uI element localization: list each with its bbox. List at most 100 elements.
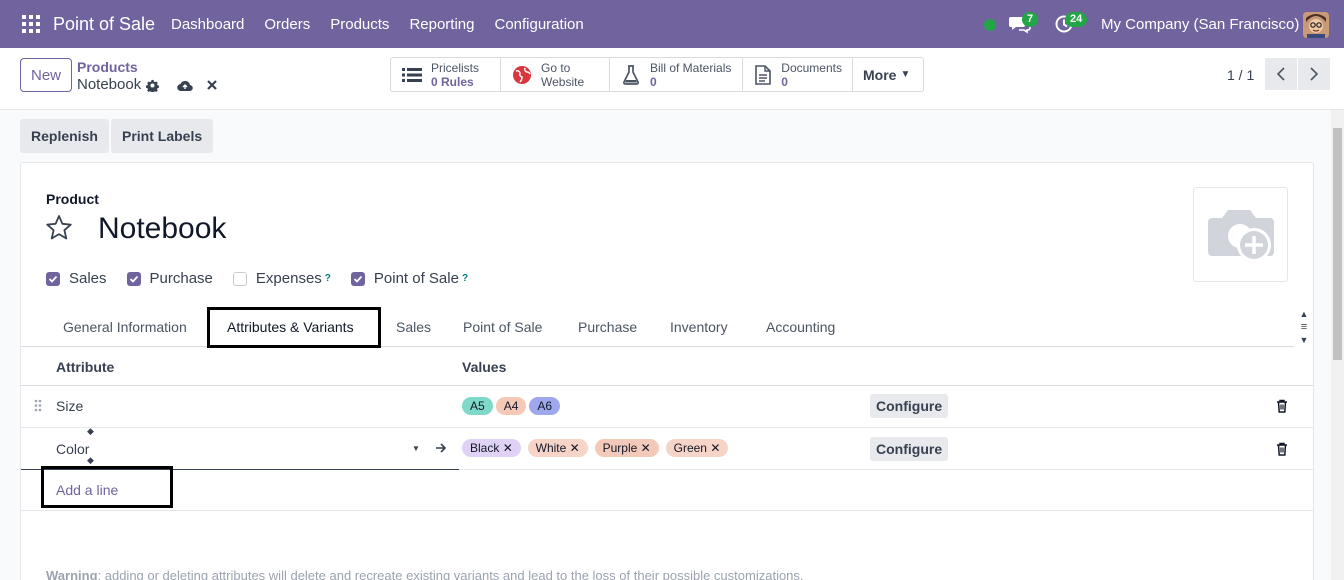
- menu-products[interactable]: Products: [330, 16, 389, 33]
- check-icon: [350, 271, 365, 286]
- apps-menu-icon[interactable]: [22, 15, 40, 33]
- attribute-select-input[interactable]: Color: [56, 441, 89, 457]
- gear-icon[interactable]: [146, 79, 159, 92]
- internal-link-arrow-icon[interactable]: [435, 442, 447, 454]
- help-tooltip-icon[interactable]: ?: [462, 273, 468, 284]
- favorite-star-icon[interactable]: [45, 214, 73, 242]
- add-line-row: [21, 470, 1313, 511]
- pager-previous-button[interactable]: [1265, 58, 1297, 90]
- sales-checkbox[interactable]: Sales: [46, 270, 107, 287]
- menu-reporting[interactable]: Reporting: [409, 16, 474, 33]
- caret-down-icon: ▼: [900, 69, 911, 80]
- resize-handle-icon: ◆: [87, 455, 94, 465]
- variants-warning: Warning: adding or deleting attributes w…: [46, 568, 804, 580]
- drag-handle-icon[interactable]: [34, 399, 42, 412]
- more-dropdown-button[interactable]: More ▼: [853, 58, 923, 91]
- chat-count-badge: 7: [1022, 12, 1039, 27]
- documents-smart-button[interactable]: Documents 0: [743, 58, 853, 91]
- trash-icon[interactable]: [1276, 442, 1288, 456]
- scrollbar-thumb[interactable]: [1333, 128, 1342, 360]
- table-row[interactable]: ◆ Color ◆ ▼ Black ✕ White ✕ Purple ✕ Gre…: [21, 426, 1313, 470]
- document-icon: [753, 64, 773, 86]
- breadcrumb-products[interactable]: Products: [77, 59, 138, 75]
- user-avatar[interactable]: [1303, 12, 1329, 38]
- value-tag: Purple ✕: [594, 439, 659, 457]
- main-menu: Dashboard Orders Products Reporting Conf…: [171, 16, 584, 33]
- menu-lines-icon: ≡: [1300, 321, 1308, 333]
- value-tag: A5: [462, 397, 493, 415]
- values-column-header[interactable]: Values: [462, 359, 506, 375]
- list-icon: [401, 64, 423, 86]
- add-line-highlight: [41, 466, 173, 508]
- attribute-values[interactable]: A5 A4 A6: [462, 397, 563, 415]
- smart-buttons: Pricelists 0 Rules Go to Website Bill of M…: [390, 57, 924, 92]
- menu-configuration[interactable]: Configuration: [494, 16, 583, 33]
- attribute-name: Size: [56, 398, 84, 414]
- pricelists-smart-button[interactable]: Pricelists 0 Rules: [391, 58, 501, 91]
- resize-handle-icon: ◆: [87, 426, 94, 436]
- check-icon: [46, 271, 60, 286]
- chevron-right-icon: [1310, 67, 1319, 81]
- go-to-website-smart-button[interactable]: Go to Website: [501, 58, 610, 91]
- caret-down-icon[interactable]: ▼: [412, 444, 420, 453]
- value-tag: Green ✕: [665, 439, 729, 457]
- purchase-checkbox[interactable]: Purchase: [126, 270, 213, 287]
- globe-icon: [511, 64, 533, 86]
- discard-close-icon[interactable]: [206, 79, 218, 91]
- unchecked-box-icon: [232, 271, 247, 286]
- remove-tag-icon[interactable]: ✕: [641, 441, 651, 455]
- expenses-checkbox[interactable]: Expenses?: [232, 270, 331, 287]
- trash-icon[interactable]: [1276, 399, 1288, 413]
- tab-point-of-sale[interactable]: Point of Sale: [463, 319, 542, 335]
- product-options: Sales Purchase Expenses? Point of Sale?: [46, 270, 488, 287]
- menu-orders[interactable]: Orders: [264, 16, 310, 33]
- tabs-scroll-control[interactable]: ▲ ≡ ▼: [1297, 309, 1311, 345]
- point-of-sale-checkbox[interactable]: Point of Sale?: [350, 270, 468, 287]
- product-label: Product: [46, 191, 99, 207]
- flask-icon: [620, 64, 642, 86]
- app-brand[interactable]: Point of Sale: [53, 14, 155, 35]
- active-tab-highlight: [207, 307, 381, 348]
- top-navbar: Point of Sale Dashboard Orders Products …: [0, 0, 1344, 48]
- tab-inventory[interactable]: Inventory: [670, 319, 728, 335]
- attribute-column-header[interactable]: Attribute: [56, 359, 114, 375]
- tab-purchase[interactable]: Purchase: [578, 319, 637, 335]
- remove-tag-icon[interactable]: ✕: [570, 441, 580, 455]
- presence-status-icon: [984, 19, 996, 31]
- help-tooltip-icon[interactable]: ?: [325, 273, 331, 284]
- check-icon: [126, 271, 141, 286]
- table-row[interactable]: Size A5 A4 A6 Configure: [21, 386, 1313, 428]
- pager-value[interactable]: 1 / 1: [1227, 67, 1254, 83]
- pager-next-button[interactable]: [1298, 58, 1330, 90]
- tab-general-information[interactable]: General Information: [63, 319, 187, 335]
- menu-dashboard[interactable]: Dashboard: [171, 16, 244, 33]
- value-tag: White ✕: [527, 439, 588, 457]
- configure-button[interactable]: Configure: [870, 437, 949, 461]
- company-switcher[interactable]: My Company (San Francisco): [1101, 16, 1299, 33]
- control-panel: New Products Notebook Pricelists 0 Rules …: [0, 48, 1344, 110]
- caret-down-icon[interactable]: ▼: [1300, 335, 1309, 345]
- product-name-field[interactable]: Notebook: [98, 212, 226, 246]
- save-cloud-icon[interactable]: [177, 79, 193, 92]
- tab-sales[interactable]: Sales: [396, 319, 431, 335]
- attributes-table-header: Attribute Values: [21, 348, 1313, 386]
- replenish-button[interactable]: Replenish: [20, 119, 109, 153]
- caret-up-icon[interactable]: ▲: [1300, 309, 1309, 319]
- new-button[interactable]: New: [20, 58, 72, 92]
- remove-tag-icon[interactable]: ✕: [503, 441, 513, 455]
- breadcrumb-current: Notebook: [77, 76, 142, 93]
- value-tag: A6: [529, 397, 561, 415]
- bill-of-materials-smart-button[interactable]: Bill of Materials 0: [610, 58, 743, 91]
- page-scrollbar[interactable]: [1331, 110, 1344, 580]
- chevron-left-icon: [1276, 67, 1285, 81]
- value-tag: Black ✕: [462, 439, 521, 457]
- tab-accounting[interactable]: Accounting: [766, 319, 835, 335]
- value-tag: A4: [495, 397, 527, 415]
- remove-tag-icon[interactable]: ✕: [710, 441, 720, 455]
- product-image-upload[interactable]: [1193, 187, 1288, 282]
- camera-plus-icon: [1207, 209, 1274, 262]
- activity-count-badge: 24: [1065, 12, 1088, 27]
- configure-button[interactable]: Configure: [870, 394, 949, 418]
- attribute-values[interactable]: Black ✕ White ✕ Purple ✕ Green ✕: [462, 439, 731, 457]
- print-labels-button[interactable]: Print Labels: [111, 119, 214, 153]
